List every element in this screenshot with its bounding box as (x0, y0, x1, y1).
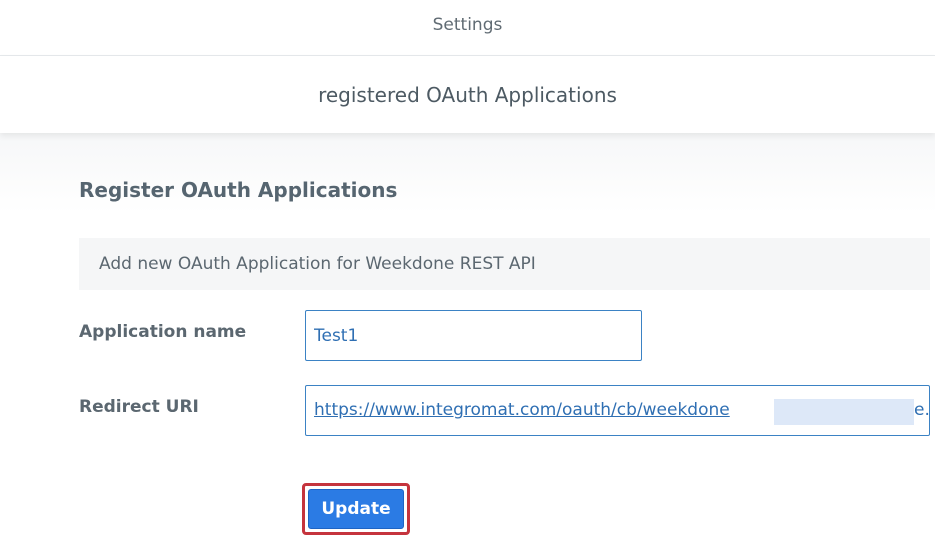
top-bar: Settings (0, 0, 935, 56)
update-button-highlight: Update (302, 483, 410, 535)
form-heading: Register OAuth Applications (79, 178, 398, 202)
section-header-title: registered OAuth Applications (318, 83, 617, 107)
redacted-region (774, 399, 914, 425)
section-header: registered OAuth Applications (0, 56, 935, 133)
info-text: Add new OAuth Application for Weekdone R… (99, 254, 536, 274)
redirect-uri-value[interactable]: https://www.integromat.com/oauth/cb/week… (314, 400, 730, 420)
application-name-label: Application name (79, 322, 247, 342)
application-name-input[interactable] (305, 310, 642, 361)
page-title: Settings (432, 15, 503, 35)
redirect-uri-input[interactable]: https://www.integromat.com/oauth/cb/week… (305, 385, 930, 436)
redirect-uri-label: Redirect URI (79, 397, 199, 417)
redirect-uri-tail: e.c (914, 400, 930, 420)
update-button[interactable]: Update (308, 489, 404, 529)
info-box: Add new OAuth Application for Weekdone R… (79, 238, 930, 290)
